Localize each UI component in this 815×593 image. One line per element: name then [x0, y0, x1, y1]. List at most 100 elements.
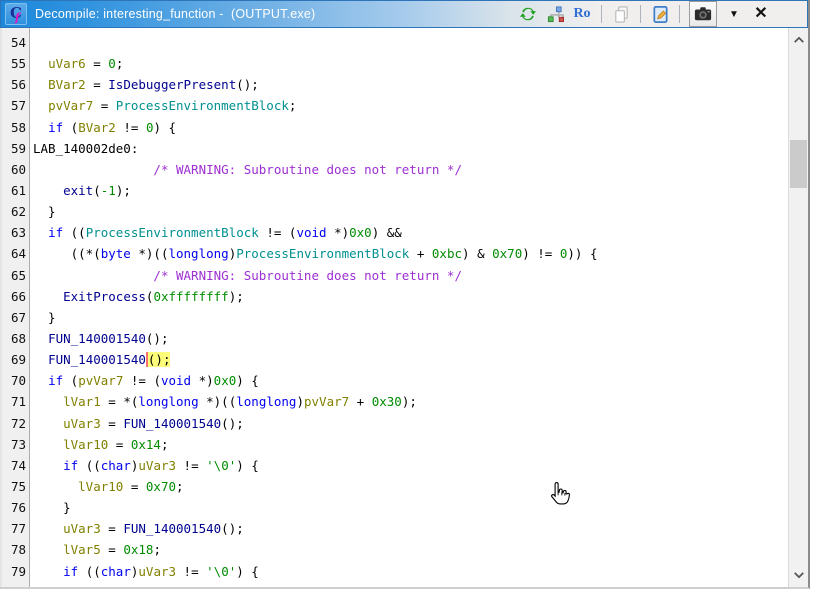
code-text[interactable]: FUN_140001540();: [30, 349, 170, 370]
snapshot-icon[interactable]: [689, 1, 717, 27]
code-token: +: [349, 394, 372, 409]
code-text[interactable]: ExitProcess(0xffffffff);: [30, 286, 244, 307]
code-line[interactable]: 70 if (pvVar7 != (void *)0x0) {: [0, 370, 788, 391]
code-line[interactable]: 76 }: [0, 497, 788, 518]
code-line[interactable]: 74 if ((char)uVar3 != '\0') {: [0, 455, 788, 476]
code-text[interactable]: if ((char)uVar3 != '\0') {: [30, 561, 259, 582]
code-line[interactable]: 79 if ((char)uVar3 != '\0') {: [0, 561, 788, 582]
code-token: [33, 331, 48, 346]
code-line[interactable]: 66 ExitProcess(0xffffffff);: [0, 286, 788, 307]
code-line[interactable]: 63 if ((ProcessEnvironmentBlock != (void…: [0, 222, 788, 243]
vertical-scrollbar[interactable]: [788, 28, 808, 587]
code-token: (: [63, 120, 78, 135]
code-token: (: [63, 373, 78, 388]
code-text[interactable]: BVar2 = IsDebuggerPresent();: [30, 74, 259, 95]
code-token: ((: [78, 564, 101, 579]
code-token: 0x0: [349, 225, 372, 240]
code-line[interactable]: 78 lVar5 = 0x18;: [0, 539, 788, 560]
code-text[interactable]: lVar5 = 0x50;: [30, 582, 176, 587]
code-text[interactable]: if ((char)uVar3 != '\0') {: [30, 455, 259, 476]
titlebar-toolbar: Ro: [518, 1, 771, 27]
line-number: 77: [0, 518, 30, 539]
code-text[interactable]: uVar3 = FUN_140001540();: [30, 518, 244, 539]
code-text[interactable]: /* WARNING: Subroutine does not return *…: [30, 265, 462, 286]
scroll-up-icon[interactable]: [789, 32, 808, 48]
code-line[interactable]: 54: [0, 32, 788, 53]
code-line[interactable]: 71 lVar1 = *(longlong *)((longlong)pvVar…: [0, 391, 788, 412]
close-icon[interactable]: ✕: [751, 4, 771, 24]
code-line[interactable]: 64 ((*(byte *)((longlong)ProcessEnvironm…: [0, 243, 788, 264]
code-text[interactable]: FUN_140001540();: [30, 328, 168, 349]
code-text[interactable]: [30, 32, 33, 53]
line-number: 67: [0, 307, 30, 328]
edit-icon[interactable]: [650, 4, 670, 24]
code-token: ;: [161, 437, 169, 452]
code-line[interactable]: 75 lVar10 = 0x70;: [0, 476, 788, 497]
code-text[interactable]: }: [30, 307, 56, 328]
code-token: [33, 458, 63, 473]
code-line[interactable]: 60 /* WARNING: Subroutine does not retur…: [0, 159, 788, 180]
code-token: ) {: [236, 564, 259, 579]
code-line[interactable]: 73 lVar10 = 0x14;: [0, 434, 788, 455]
code-text[interactable]: uVar6 = 0;: [30, 53, 123, 74]
code-text[interactable]: if ((ProcessEnvironmentBlock != (void *)…: [30, 222, 402, 243]
code-token: =: [101, 416, 124, 431]
code-line[interactable]: 69 FUN_140001540();: [0, 349, 788, 370]
code-line[interactable]: 67 }: [0, 307, 788, 328]
code-text[interactable]: if (pvVar7 != (void *)0x0) {: [30, 370, 259, 391]
code-view[interactable]: 5455 uVar6 = 0;56 BVar2 = IsDebuggerPres…: [0, 28, 788, 587]
code-token: != (: [123, 373, 161, 388]
line-number: 74: [0, 455, 30, 476]
code-line[interactable]: 61 exit(-1);: [0, 180, 788, 201]
code-text[interactable]: lVar10 = 0x14;: [30, 434, 168, 455]
code-token: ) &&: [372, 225, 402, 240]
code-line[interactable]: 65 /* WARNING: Subroutine does not retur…: [0, 265, 788, 286]
call-tree-icon[interactable]: [545, 4, 565, 24]
code-line[interactable]: 55 uVar6 = 0;: [0, 53, 788, 74]
code-text[interactable]: lVar5 = 0x18;: [30, 539, 161, 560]
code-token: [33, 162, 153, 177]
code-line[interactable]: 77 uVar3 = FUN_140001540();: [0, 518, 788, 539]
code-text[interactable]: lVar10 = 0x70;: [30, 476, 184, 497]
code-text[interactable]: ((*(byte *)((longlong)ProcessEnvironment…: [30, 243, 598, 264]
code-text[interactable]: LAB_140002de0:: [30, 138, 138, 159]
code-token: !=: [116, 120, 146, 135]
code-text[interactable]: exit(-1);: [30, 180, 131, 201]
code-line[interactable]: 59LAB_140002de0:: [0, 138, 788, 159]
code-text[interactable]: }: [30, 497, 71, 518]
line-number: 65: [0, 265, 30, 286]
code-token: 0xffffffff: [153, 289, 228, 304]
ro-button[interactable]: Ro: [572, 4, 592, 24]
menu-dropdown-icon[interactable]: ▼: [724, 4, 744, 24]
code-text[interactable]: }: [30, 201, 56, 222]
code-token: ) {: [236, 373, 259, 388]
code-line[interactable]: 72 uVar3 = FUN_140001540();: [0, 413, 788, 434]
code-line[interactable]: 68 FUN_140001540();: [0, 328, 788, 349]
code-token: lVar1: [63, 394, 101, 409]
code-text[interactable]: lVar1 = *(longlong *)((longlong)pvVar7 +…: [30, 391, 417, 412]
code-token: ) !=: [522, 246, 560, 261]
code-line[interactable]: 56 BVar2 = IsDebuggerPresent();: [0, 74, 788, 95]
code-token: ProcessEnvironmentBlock: [236, 246, 409, 261]
scrollbar-thumb[interactable]: [790, 140, 807, 188]
code-token: =: [123, 479, 146, 494]
code-line[interactable]: 58 if (BVar2 != 0) {: [0, 117, 788, 138]
code-token: [33, 120, 48, 135]
code-text[interactable]: /* WARNING: Subroutine does not return *…: [30, 159, 462, 180]
code-text[interactable]: if (BVar2 != 0) {: [30, 117, 176, 138]
titlebar[interactable]: C f Decompile: interesting_function - (O…: [0, 0, 808, 28]
code-line[interactable]: 62 }: [0, 201, 788, 222]
code-token: );: [229, 289, 244, 304]
line-number: 75: [0, 476, 30, 497]
line-number: 70: [0, 370, 30, 391]
code-line[interactable]: 80 lVar5 = 0x50;: [0, 582, 788, 587]
code-line[interactable]: 57 pvVar7 = ProcessEnvironmentBlock;: [0, 95, 788, 116]
code-text[interactable]: uVar3 = FUN_140001540();: [30, 413, 244, 434]
code-token: uVar6: [48, 56, 86, 71]
refresh-icon[interactable]: [518, 4, 538, 24]
scroll-down-icon[interactable]: [789, 567, 808, 583]
code-token: lVar5: [63, 542, 101, 557]
code-text[interactable]: pvVar7 = ProcessEnvironmentBlock;: [30, 95, 296, 116]
code-token: !=: [176, 458, 206, 473]
copy-icon[interactable]: [611, 4, 631, 24]
